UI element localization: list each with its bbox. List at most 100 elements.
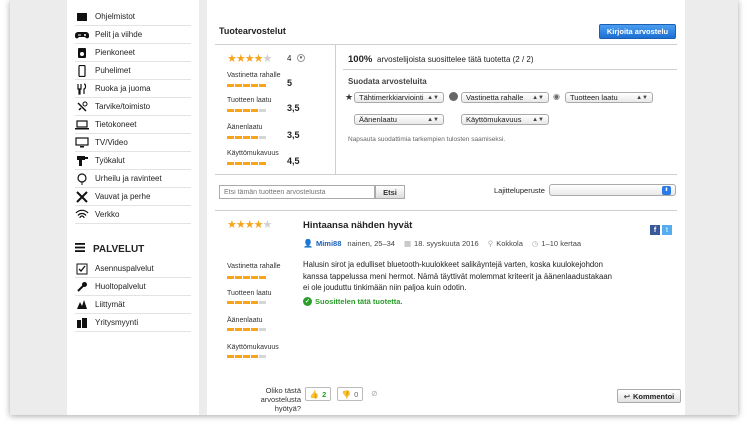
sidebar-item-computers[interactable]: Tietokoneet: [75, 116, 191, 134]
divider: [215, 174, 677, 175]
reviews-panel: Tuotearvostelut Kirjoita arvostelu ★★★★★…: [207, 0, 685, 415]
sidebar-item-network[interactable]: Verkko: [75, 206, 191, 224]
sort-select[interactable]: ⬍: [549, 184, 676, 196]
filter-select-quality[interactable]: Tuotteen laatu ▲▼: [565, 92, 653, 103]
review-meta: 👤 Mimi88 nainen, 25–34 ▦ 18. syyskuuta 2…: [303, 239, 581, 248]
divider-vertical: [335, 44, 336, 174]
metric-value: 3,5: [287, 103, 300, 113]
metric-label: Äänenlaatu: [227, 124, 263, 131]
review-author[interactable]: Mimi88: [316, 239, 341, 248]
review-search-input[interactable]: [219, 185, 375, 199]
check-circle-icon: ✓: [303, 297, 312, 306]
review-metric-bar: [227, 328, 266, 331]
review-author-meta: nainen, 25–34: [347, 239, 395, 248]
drill-icon: [75, 155, 89, 167]
facebook-icon[interactable]: f: [650, 225, 660, 235]
chevron-down-icon: ▲▼: [427, 116, 439, 123]
phone-icon: [75, 64, 89, 77]
metric-label: Käyttömukavuus: [227, 150, 279, 157]
overall-stars: ★★★★★: [227, 53, 272, 65]
signal-icon: [75, 299, 89, 311]
review-metric-label: Vastinetta rahalle: [227, 263, 281, 270]
overall-rating-value: 4: [287, 54, 292, 63]
sort-label: Lajitteluperuste: [494, 186, 545, 195]
sidebar-item-games[interactable]: Pelit ja viihde: [75, 26, 191, 44]
chevron-down-icon: ▲▼: [427, 94, 439, 101]
metric-bar: [227, 136, 266, 139]
sidebar-item-phones[interactable]: Puhelimet: [75, 62, 191, 80]
sidebar-item-sport[interactable]: Urheilu ja ravinteet: [75, 170, 191, 188]
calendar-icon: ▦: [403, 239, 412, 248]
recommend-text: arvostelijoista suosittelee tätä tuotett…: [377, 55, 534, 64]
twitter-icon[interactable]: t: [662, 225, 672, 235]
laptop-icon: [75, 119, 89, 131]
sport-icon: [75, 172, 89, 185]
chevron-down-icon: ▲▼: [532, 116, 544, 123]
value-icon: [449, 92, 458, 101]
metric-label: Vastinetta rahalle: [227, 72, 281, 79]
thumbs-up-icon: 👍: [309, 389, 320, 399]
review-metric-label: Käyttömukavuus: [227, 344, 279, 351]
baby-icon: [75, 190, 89, 203]
recommend-percent: 100%: [348, 54, 373, 65]
review-metric-bar: [227, 276, 266, 279]
filter-select-sound[interactable]: Äänenlaatu ▲▼: [354, 114, 444, 125]
appliance-icon: [75, 47, 89, 59]
metric-value: 4,5: [287, 156, 300, 166]
software-icon: [75, 11, 89, 23]
sidebar-item-tools[interactable]: Työkalut: [75, 152, 191, 170]
metric-value: 3,5: [287, 130, 300, 140]
review-metric-bar: [227, 355, 266, 358]
write-review-button[interactable]: Kirjoita arvostelu: [599, 24, 676, 39]
metric-bar: [227, 162, 266, 165]
review-metric-bar: [227, 301, 266, 304]
divider: [343, 69, 677, 70]
helpful-yes-button[interactable]: 👍 2: [305, 387, 331, 401]
chevron-down-icon: ▲▼: [532, 94, 544, 101]
quality-icon: ◉: [553, 92, 560, 101]
sidebar-item-maintenance[interactable]: Huoltopalvelut: [75, 278, 191, 296]
food-icon: [75, 82, 89, 95]
helpful-no-button[interactable]: 👎 0: [337, 387, 363, 401]
review-location: Kokkola: [496, 239, 523, 248]
search-button[interactable]: Etsi: [375, 185, 405, 199]
review-recommend: ✓ Suosittelen tätä tuotetta.: [303, 297, 403, 306]
location-icon: ⚲: [487, 239, 494, 248]
metric-label: Tuotteen laatu: [227, 97, 272, 104]
metric-value: 5: [287, 78, 293, 88]
sidebar-item-food[interactable]: Ruoka ja juoma: [75, 80, 191, 98]
filter-select-stars[interactable]: Tähtimerkkiarviointi ▲▼: [354, 92, 444, 103]
menu-icon: [75, 243, 87, 255]
comment-button[interactable]: ↩ Kommentoi: [617, 389, 681, 403]
checkbox-icon: [75, 263, 89, 275]
sidebar-item-office[interactable]: Tarvike/toimisto: [75, 98, 191, 116]
sidebar-item-tv[interactable]: TV/Video: [75, 134, 191, 152]
wifi-icon: [75, 209, 89, 221]
clock-icon: ◷: [531, 239, 539, 248]
sidebar-item-baby[interactable]: Vauvat ja perhe: [75, 188, 191, 206]
sidebar-item-business[interactable]: Yritysmyynti: [75, 314, 191, 332]
tv-icon: [75, 137, 89, 149]
chevron-down-icon: ⬍: [662, 185, 671, 195]
reply-icon: ↩: [623, 391, 631, 401]
sidebar-item-appliances[interactable]: Pienkoneet: [75, 44, 191, 62]
divider: [215, 210, 677, 211]
report-icon[interactable]: ⊘: [371, 389, 378, 398]
review-date: 18. syyskuuta 2016: [414, 239, 479, 248]
star-icon: ★: [345, 92, 354, 102]
filter-select-comfort[interactable]: Käyttömukavuus ▲▼: [461, 114, 549, 125]
filter-select-value[interactable]: Vastinetta rahalle ▲▼: [461, 92, 549, 103]
browser-frame: Ohjelmistot Pelit ja viihde Pienkoneet P…: [10, 0, 738, 415]
rating-dropdown-icon[interactable]: ▾: [297, 54, 305, 62]
review-stars: ★★★★★: [227, 219, 272, 231]
reviews-title: Tuotearvostelut: [219, 26, 286, 36]
gamepad-icon: [75, 29, 89, 41]
metric-bar: [227, 109, 266, 112]
metric-bar: [227, 84, 266, 87]
sidebar-item-installation[interactable]: Asennuspalvelut: [75, 260, 191, 278]
review-metric-label: Äänenlaatu: [227, 317, 263, 324]
office-icon: [75, 101, 89, 113]
sidebar-item-software[interactable]: Ohjelmistot: [75, 8, 191, 26]
helpful-question: Oliko tästä arvostelusta hyötyä?: [260, 386, 301, 413]
sidebar-item-subscriptions[interactable]: Liittymät: [75, 296, 191, 314]
